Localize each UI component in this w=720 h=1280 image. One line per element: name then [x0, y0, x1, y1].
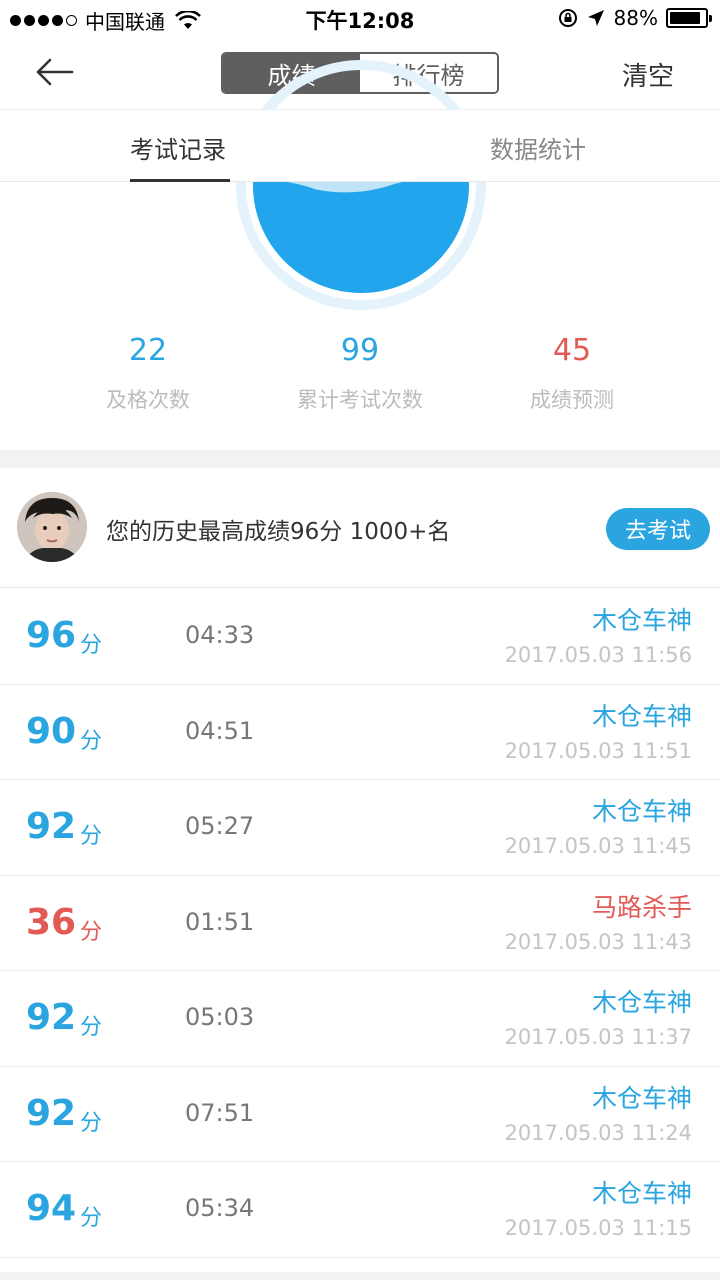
record-score: 92	[26, 997, 77, 1038]
record-score-unit: 分	[80, 728, 103, 754]
record-timestamp: 2017.05.03 11:56	[504, 643, 692, 667]
stat-label: 累计考试次数	[297, 388, 423, 412]
records-list: 96 分 04:33 木仓车神 2017.05.03 11:56 90 分 04:51 木仓车神…	[0, 589, 720, 1258]
list-item[interactable]: 36 分 01:51 马路杀手 2017.05.03 11:43	[0, 876, 720, 971]
record-duration: 01:51	[185, 907, 255, 936]
stat-pass-count: 22 及格次数	[38, 333, 258, 414]
stat-total-exams: 99 累计考试次数	[250, 333, 470, 414]
record-score-unit: 分	[80, 1206, 103, 1231]
tab-indicator	[130, 179, 230, 182]
stat-value: 99	[340, 333, 380, 368]
record-score-unit: 分	[80, 633, 103, 658]
best-score-row: 您的历史最高成绩96分 1000+名 去考试	[0, 468, 720, 588]
avatar-image	[17, 492, 87, 562]
record-title: 木仓车神	[591, 988, 692, 1017]
record-title: 木仓车神	[591, 701, 692, 731]
record-title: 木仓车神	[591, 797, 692, 826]
record-duration: 04:33	[185, 621, 255, 649]
record-timestamp: 2017.05.03 11:51	[504, 738, 692, 763]
record-score: 94	[26, 1188, 77, 1229]
record-score: 90	[26, 710, 77, 752]
list-item[interactable]: 92 分 05:03 木仓车神 2017.05.03 11:37	[0, 971, 720, 1067]
record-score: 36	[26, 901, 77, 943]
record-score-unit: 分	[80, 1110, 103, 1136]
battery-level	[670, 12, 700, 24]
record-duration: 05:03	[185, 1003, 255, 1031]
record-title: 木仓车神	[591, 1083, 692, 1113]
record-timestamp: 2017.05.03 11:45	[504, 834, 692, 858]
record-score: 96	[26, 615, 77, 656]
record-timestamp: 2017.05.03 11:24	[504, 1120, 692, 1145]
stat-prediction: 45 成绩预测	[462, 333, 682, 414]
battery-percent: 88%	[613, 6, 658, 30]
avatar[interactable]	[17, 492, 87, 562]
list-item[interactable]: 90 分 04:51 木仓车神 2017.05.03 11:51	[0, 685, 720, 780]
record-duration: 07:51	[185, 1098, 255, 1127]
record-duration: 05:34	[185, 1194, 255, 1222]
score-gauge: 3386	[236, 60, 486, 310]
status-right: 88%	[558, 6, 712, 30]
rotation-lock-icon	[558, 9, 577, 27]
stat-label: 成绩预测	[530, 388, 614, 412]
arrow-left-icon[interactable]	[30, 50, 78, 94]
record-duration: 04:51	[185, 716, 255, 745]
record-title: 木仓车神	[591, 1179, 692, 1208]
battery-icon	[666, 8, 712, 28]
record-title: 木仓车神	[591, 606, 692, 635]
stat-value: 22	[128, 333, 168, 368]
location-arrow-icon	[587, 10, 604, 26]
stat-value: 45	[552, 333, 592, 368]
record-timestamp: 2017.05.03 11:37	[504, 1025, 692, 1049]
record-score: 92	[26, 1092, 77, 1134]
list-item[interactable]: 94 分 05:34 木仓车神 2017.05.03 11:15	[0, 1162, 720, 1258]
record-score-unit: 分	[80, 919, 103, 945]
take-exam-button[interactable]: 去考试	[606, 508, 710, 550]
tab-data-statistics[interactable]: 数据统计	[490, 130, 586, 165]
gauge-wave-front	[253, 177, 469, 293]
stat-label: 及格次数	[106, 388, 190, 412]
record-timestamp: 2017.05.03 11:43	[504, 929, 692, 954]
record-timestamp: 2017.05.03 11:15	[504, 1216, 692, 1240]
section-divider	[0, 450, 720, 468]
record-duration: 05:27	[185, 812, 255, 840]
bottom-divider	[0, 1272, 720, 1280]
sub-tabs: 考试记录 数据统计	[0, 110, 720, 182]
clear-button[interactable]: 清空	[622, 56, 674, 93]
list-item[interactable]: 92 分 05:27 木仓车神 2017.05.03 11:45	[0, 780, 720, 876]
best-score-text: 您的历史最高成绩96分 1000+名	[106, 519, 451, 545]
record-score-unit: 分	[80, 824, 103, 849]
record-score-unit: 分	[80, 1015, 103, 1040]
tab-exam-records[interactable]: 考试记录	[130, 130, 226, 165]
status-bar: 中国联通 下午12:08 88%	[0, 0, 720, 38]
record-title: 马路杀手	[591, 892, 692, 922]
list-item[interactable]: 96 分 04:33 木仓车神 2017.05.03 11:56	[0, 589, 720, 685]
record-score: 92	[26, 806, 77, 847]
list-item[interactable]: 92 分 07:51 木仓车神 2017.05.03 11:24	[0, 1067, 720, 1162]
